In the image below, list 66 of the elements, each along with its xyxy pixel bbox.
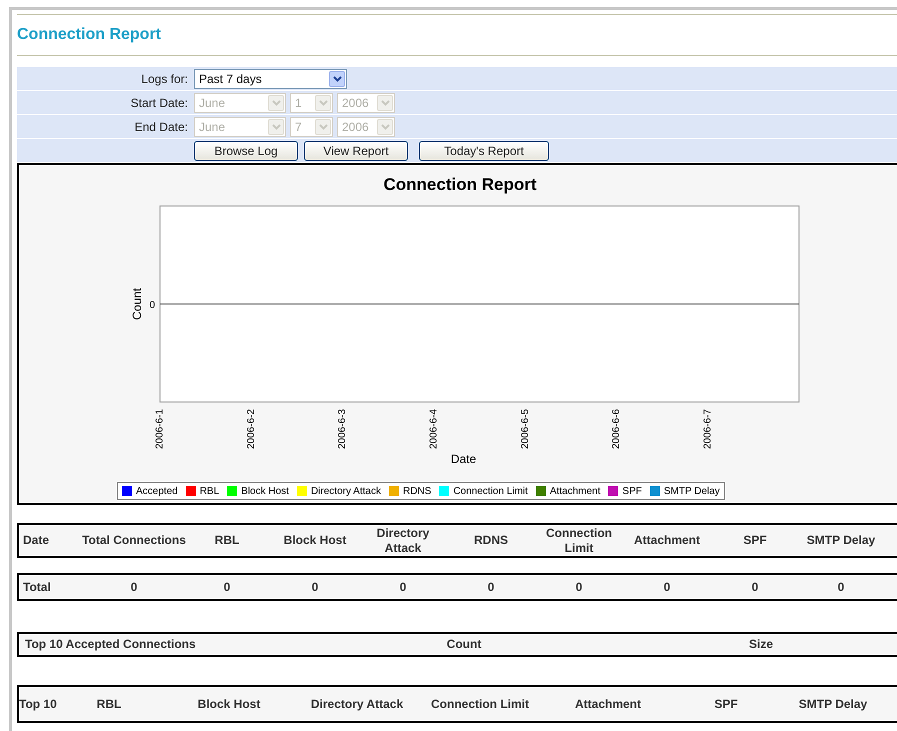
column-header: Total Connections [81,533,187,548]
field-label: Start Date: [130,94,189,112]
column-header: Connection Limit [430,696,530,712]
table-cell-text: 0 [398,580,408,594]
column-header: Top 10 Accepted Connections [24,637,197,652]
column-header: Top 10 [19,696,58,712]
legend-label: SPF [622,484,642,498]
column-header: Attachment [574,696,642,712]
column-header: Connection Limit [545,526,613,556]
y-axis-label: Count [130,288,144,320]
button[interactable]: View Report [304,140,408,160]
column-header: Size [748,637,774,652]
table-cell-text: 0 [662,580,672,594]
table-cell-text: 0 [574,580,584,594]
caret-icon [377,118,393,134]
y-tick-label: 0 [149,300,155,311]
column-header: Directory Attack [310,696,404,712]
column-header: Directory Attack [376,526,430,556]
legend-label: Accepted [136,484,178,498]
column-header: RDNS [472,533,509,548]
caret-icon [268,94,284,110]
caret-icon [268,118,284,134]
button[interactable]: Today's Report [419,140,549,160]
caret-icon [377,94,393,110]
x-tick-label: 2006-6-3 [337,409,348,450]
table-cell-text: 0 [750,580,760,594]
legend-label: Attachment [550,484,600,498]
button[interactable]: Browse Log [194,140,298,160]
legend-label: Block Host [241,484,289,498]
field-label: Logs for: [140,70,189,88]
legend-label: RDNS [402,484,432,498]
column-header: RBL [96,696,122,712]
caret-icon [329,70,345,86]
legend-label: Connection Limit [453,484,528,498]
column-header: RBL [214,533,240,548]
caret-icon [315,94,331,110]
x-tick-label: 2006-6-2 [246,409,257,450]
x-tick-label: 2006-6-1 [154,409,166,450]
column-header: Attachment [632,533,701,548]
column-header: SMTP Delay [798,696,868,712]
caret-icon [315,118,331,134]
table-cell-text: 0 [486,580,496,594]
table-cell-text: 0 [836,580,846,594]
legend-label: RBL [200,484,220,498]
column-header: SMTP Delay [806,533,876,548]
table-cell-text: 0 [310,580,320,594]
column-header: Block Host [196,696,262,712]
logs-for-dropdown[interactable]: Past 7 days [194,68,347,88]
x-tick-label: 2006-6-6 [611,409,622,450]
legend-label: SMTP Delay [664,484,720,498]
legend-label: Directory Attack [310,484,381,498]
column-header: Block Host [282,533,348,548]
column-header: SPF [742,533,768,548]
column-header: Count [446,637,482,652]
chart-title: Connection Report [384,175,536,194]
x-tick-label: 2006-6-4 [428,409,440,450]
page-title: Connection Report [17,25,161,45]
x-axis-label: Date [450,452,476,466]
x-tick-label: 2006-6-7 [702,409,714,450]
x-tick-label: 2006-6-5 [520,409,531,450]
table-cell-text: Total [22,580,52,594]
table-cell-text: 0 [130,580,138,594]
column-header: Date [22,533,50,548]
column-header: SPF [713,696,739,712]
field-label: End Date: [134,118,189,136]
table-cell-text: 0 [222,580,232,594]
